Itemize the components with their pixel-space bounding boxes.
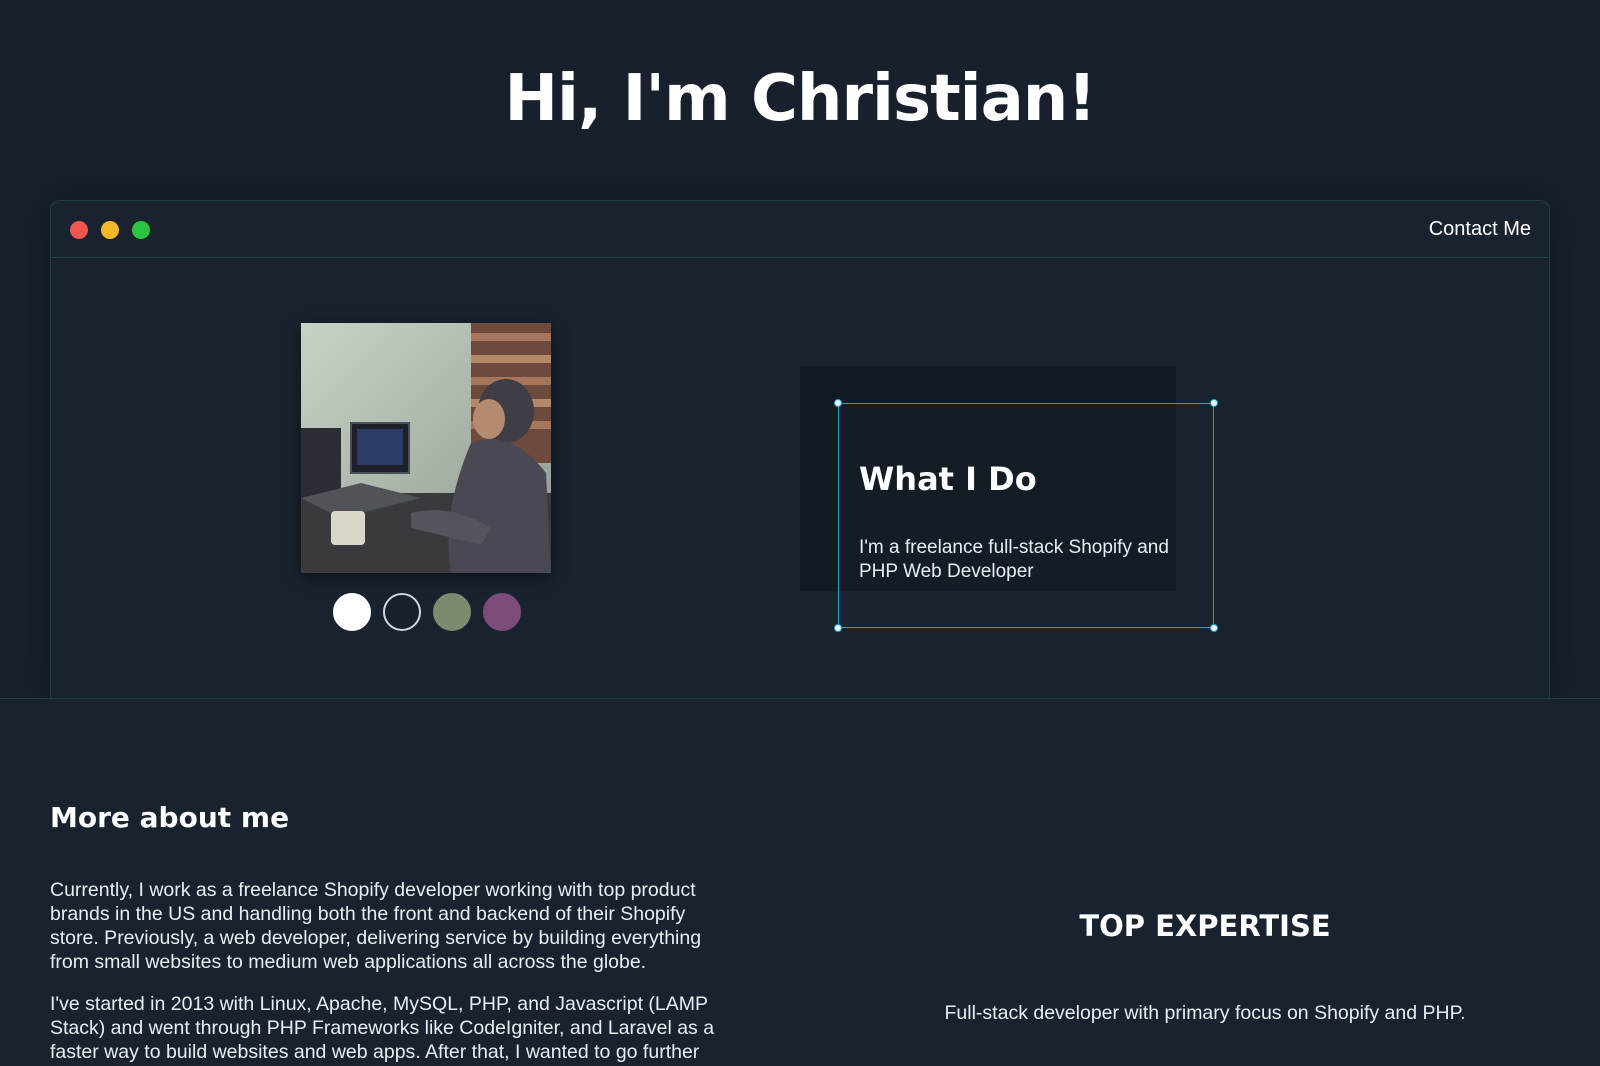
swatch-dark[interactable] (383, 593, 421, 631)
expertise-title: TOP EXPERTISE (1079, 909, 1331, 943)
about-title: More about me (50, 801, 290, 834)
swatch-white[interactable] (333, 593, 371, 631)
about-paragraph-1: Currently, I work as a freelance Shopify… (50, 879, 702, 973)
what-i-do-title: What I Do (859, 460, 1037, 498)
what-i-do-card: What I Do I'm a freelance full-stack Sho… (834, 399, 1218, 632)
profile-photo-image (301, 323, 551, 573)
contact-me-link[interactable]: Contact Me (1429, 218, 1531, 241)
profile-photo (301, 323, 551, 573)
expertise-text: Full-stack developer with primary focus … (944, 1002, 1466, 1024)
resize-handle-bottom-left[interactable] (834, 624, 842, 632)
about-paragraph-2: I've started in 2013 with Linux, Apache,… (50, 993, 715, 1063)
swatch-olive[interactable] (433, 593, 471, 631)
resize-handle-top-left[interactable] (834, 399, 842, 407)
hero-title: Hi, I'm Christian! (504, 62, 1096, 136)
resize-handle-top-right[interactable] (1210, 399, 1218, 407)
swatch-purple[interactable] (483, 593, 521, 631)
minimize-window-dot[interactable] (101, 221, 119, 239)
maximize-window-dot[interactable] (132, 221, 150, 239)
what-i-do-text: I'm a freelance full-stack Shopify and P… (859, 537, 1169, 582)
resize-handle-bottom-right[interactable] (1210, 624, 1218, 632)
browser-window: Contact Me What I Do I'm a freelance ful… (50, 200, 1550, 700)
window-title-bar: Contact Me (51, 201, 1549, 258)
close-window-dot[interactable] (70, 221, 88, 239)
about-section: More about me Currently, I work as a fre… (0, 699, 1600, 1066)
